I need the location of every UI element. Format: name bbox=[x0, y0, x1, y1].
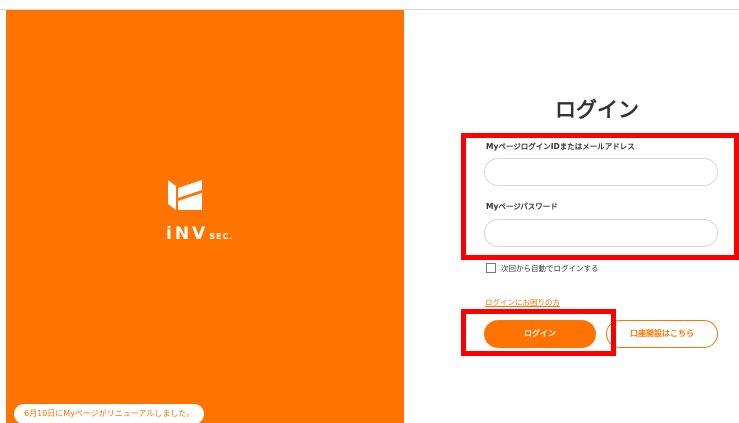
logo-wordmark-main: iNV bbox=[166, 224, 209, 244]
inv-sec-logo: iNVSEC. bbox=[166, 180, 266, 260]
login-help-link[interactable]: ログインにお困りの方 bbox=[485, 297, 560, 308]
brand-panel: iNVSEC. bbox=[6, 10, 404, 423]
renewal-notice[interactable]: 6月10日にMyページがリニューアルしました。 bbox=[14, 404, 205, 423]
logo-wordmark-suffix: SEC. bbox=[209, 232, 234, 241]
page-title: ログイン bbox=[555, 98, 639, 122]
auto-login-checkbox[interactable] bbox=[486, 263, 496, 273]
logo-wordmark: iNVSEC. bbox=[166, 224, 233, 244]
login-id-label: MyページログインIDまたはメールアドレス bbox=[486, 142, 635, 151]
login-button[interactable]: ログイン bbox=[484, 320, 596, 348]
logo-mark-icon bbox=[168, 180, 202, 210]
password-input[interactable] bbox=[484, 219, 718, 247]
auto-login-label: 次回から自動でログインする bbox=[501, 263, 599, 273]
open-account-button[interactable]: 口座開設はこちら bbox=[606, 320, 718, 348]
login-id-input[interactable] bbox=[484, 158, 718, 186]
auto-login-option[interactable]: 次回から自動でログインする bbox=[486, 262, 599, 274]
password-label: Myページパスワード bbox=[486, 202, 558, 211]
